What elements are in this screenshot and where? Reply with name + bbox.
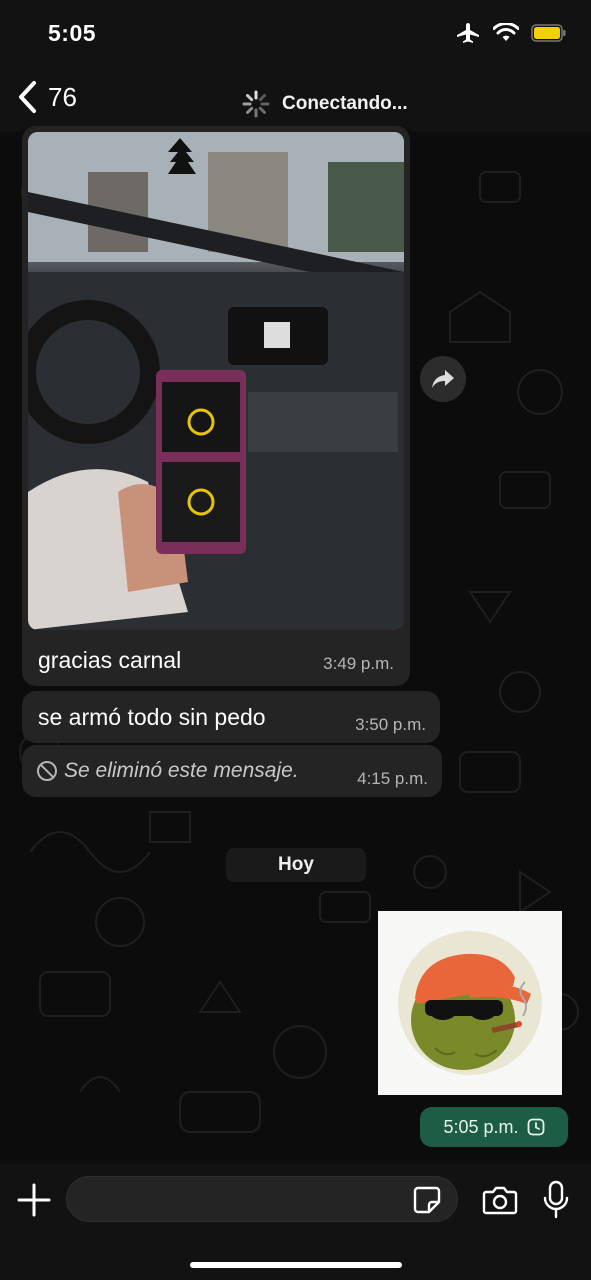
blocked-icon	[37, 761, 57, 781]
deleted-message-text: Se eliminó este mensaje.	[64, 759, 299, 782]
sent-sticker[interactable]	[378, 911, 562, 1095]
back-button[interactable]: 76	[16, 80, 77, 114]
battery-icon	[531, 24, 566, 42]
message-text: gracias carnal	[38, 647, 182, 673]
airplane-icon	[457, 23, 479, 43]
connection-status-label: Conectando...	[282, 93, 408, 114]
message-photo[interactable]	[28, 132, 404, 630]
status-icons	[455, 22, 567, 44]
clock-icon	[527, 1118, 544, 1136]
spinner-icon	[242, 90, 270, 118]
image-message[interactable]: gracias carnal 3:49 p.m.	[22, 126, 410, 686]
plus-icon[interactable]	[16, 1182, 52, 1218]
day-separator: Hoy	[226, 848, 366, 882]
sent-time-chip: 5:05 p.m.	[420, 1107, 568, 1147]
composer-bar	[0, 1164, 591, 1280]
message-time: 5:05 p.m.	[443, 1116, 519, 1137]
sticker-icon[interactable]	[412, 1185, 442, 1215]
chat-header: 76 Conectando...	[0, 68, 591, 132]
message-text: se armó todo sin pedo	[38, 703, 266, 730]
status-bar: 5:05	[0, 0, 591, 68]
smoking-bird-sticker	[398, 931, 542, 1075]
message-footer: gracias carnal 3:49 p.m.	[38, 647, 394, 674]
deleted-message[interactable]: Se eliminó este mensaje. 4:15 p.m.	[22, 745, 442, 797]
home-indicator	[190, 1262, 402, 1268]
forward-button[interactable]	[420, 356, 466, 402]
connection-status: Conectando...	[242, 90, 408, 118]
text-message[interactable]: se armó todo sin pedo 3:50 p.m.	[22, 691, 440, 743]
car-interior-photo	[28, 132, 404, 630]
message-time: 3:50 p.m.	[355, 715, 426, 734]
status-time: 5:05	[48, 20, 97, 46]
message-time: 4:15 p.m.	[357, 769, 428, 788]
chevron-left-icon	[19, 81, 36, 113]
unread-count: 76	[48, 81, 77, 112]
wifi-icon	[493, 23, 519, 41]
message-time: 3:49 p.m.	[323, 654, 394, 673]
microphone-icon[interactable]	[542, 1180, 570, 1220]
camera-icon[interactable]	[482, 1184, 518, 1216]
message-input[interactable]	[66, 1176, 458, 1222]
share-arrow-icon	[432, 370, 454, 388]
